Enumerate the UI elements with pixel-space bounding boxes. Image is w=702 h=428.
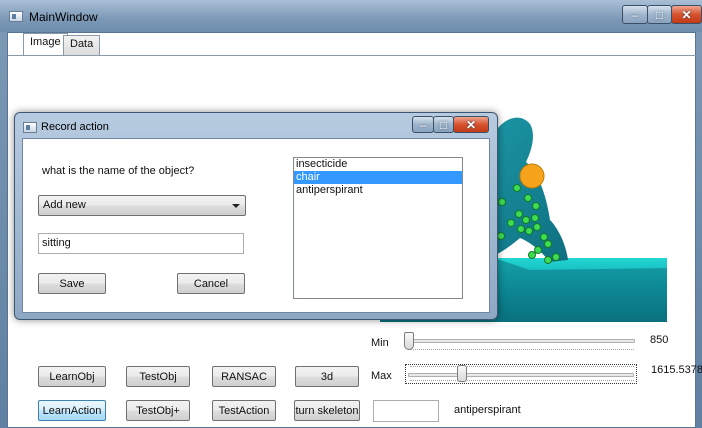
maximize-button[interactable]: □ [647, 5, 672, 24]
maximize-icon: □ [655, 7, 664, 22]
skeleton-joint [497, 232, 505, 240]
object-listbox[interactable]: insecticide chair antiperspirant [293, 157, 463, 299]
learn-action-button[interactable]: LearnAction [38, 400, 106, 421]
min-value: 850 [650, 334, 669, 346]
tab-data[interactable]: Data [63, 35, 101, 55]
object-name-prompt: what is the name of the object? [42, 165, 195, 177]
window-title: MainWindow [29, 10, 98, 24]
minimize-button[interactable]: – [622, 5, 648, 24]
save-button[interactable]: Save [38, 273, 106, 294]
cancel-button[interactable]: Cancel [177, 273, 245, 294]
max-slider-ticks-top [410, 366, 634, 372]
tab-strip-border [8, 55, 696, 56]
list-item-chair[interactable]: chair [294, 171, 462, 184]
ransac-button[interactable]: RANSAC [212, 366, 276, 387]
close-button[interactable]: ✕ [671, 5, 702, 24]
skeleton-joint [522, 216, 530, 224]
minimize-icon: – [419, 117, 427, 132]
dialog-maximize-button[interactable]: □ [433, 116, 454, 133]
close-icon: ✕ [465, 117, 477, 132]
min-slider-track[interactable] [405, 339, 635, 343]
dialog-app-icon [23, 122, 37, 133]
skeleton-joint [524, 194, 532, 202]
test-obj-plus-button[interactable]: TestObj+ [126, 400, 190, 421]
skeleton-joint [544, 240, 552, 248]
skeleton-joint [540, 233, 548, 241]
head-joint-marker [519, 163, 545, 189]
skeleton-joint [513, 184, 521, 192]
dialog-minimize-button[interactable]: – [412, 116, 434, 133]
max-value: 1615.53784 [651, 364, 702, 376]
main-title-bar[interactable] [0, 0, 702, 32]
skeleton-joint [552, 253, 560, 261]
dialog-title: Record action [41, 121, 109, 133]
skeleton-joint [498, 198, 506, 206]
result-input[interactable] [373, 400, 439, 422]
skeleton-joint [531, 214, 539, 222]
skeleton-joint [515, 210, 523, 218]
skeleton-joint [534, 246, 542, 254]
skeleton-joint [517, 225, 525, 233]
learn-obj-button[interactable]: LearnObj [38, 366, 106, 387]
minimize-icon: – [631, 7, 639, 22]
close-icon: ✕ [681, 7, 692, 22]
window-app-icon [9, 11, 23, 22]
skeleton-joint [507, 219, 515, 227]
result-label: antiperspirant [454, 404, 521, 416]
max-label: Max [371, 370, 392, 382]
skeleton-joint [532, 202, 540, 210]
turn-skeleton-button[interactable]: turn skeleton [294, 400, 360, 421]
skeleton-joint [528, 251, 536, 259]
max-slider-thumb[interactable] [457, 365, 467, 382]
3d-button[interactable]: 3d [295, 366, 359, 387]
max-slider-track[interactable] [408, 373, 634, 377]
max-slider-ticks-bottom [410, 380, 634, 386]
maximize-icon: □ [439, 117, 448, 132]
min-label: Min [371, 337, 389, 349]
skeleton-joint [533, 223, 541, 231]
chevron-down-icon[interactable] [232, 204, 240, 208]
list-item-insecticide[interactable]: insecticide [294, 158, 462, 171]
dialog-close-button[interactable]: ✕ [453, 116, 489, 133]
list-item-antiperspirant[interactable]: antiperspirant [294, 184, 462, 197]
test-obj-button[interactable]: TestObj [126, 366, 190, 387]
skeleton-joint [544, 256, 552, 264]
min-slider-ticks [410, 349, 634, 355]
test-action-button[interactable]: TestAction [212, 400, 276, 421]
action-name-value: sitting [42, 237, 71, 249]
skeleton-joint [525, 227, 533, 235]
object-combobox-value: Add new [43, 199, 86, 211]
object-combobox[interactable]: Add new [38, 195, 246, 216]
tab-image[interactable]: Image [23, 33, 68, 55]
min-slider-thumb[interactable] [404, 332, 414, 350]
action-name-input[interactable]: sitting [38, 233, 244, 254]
